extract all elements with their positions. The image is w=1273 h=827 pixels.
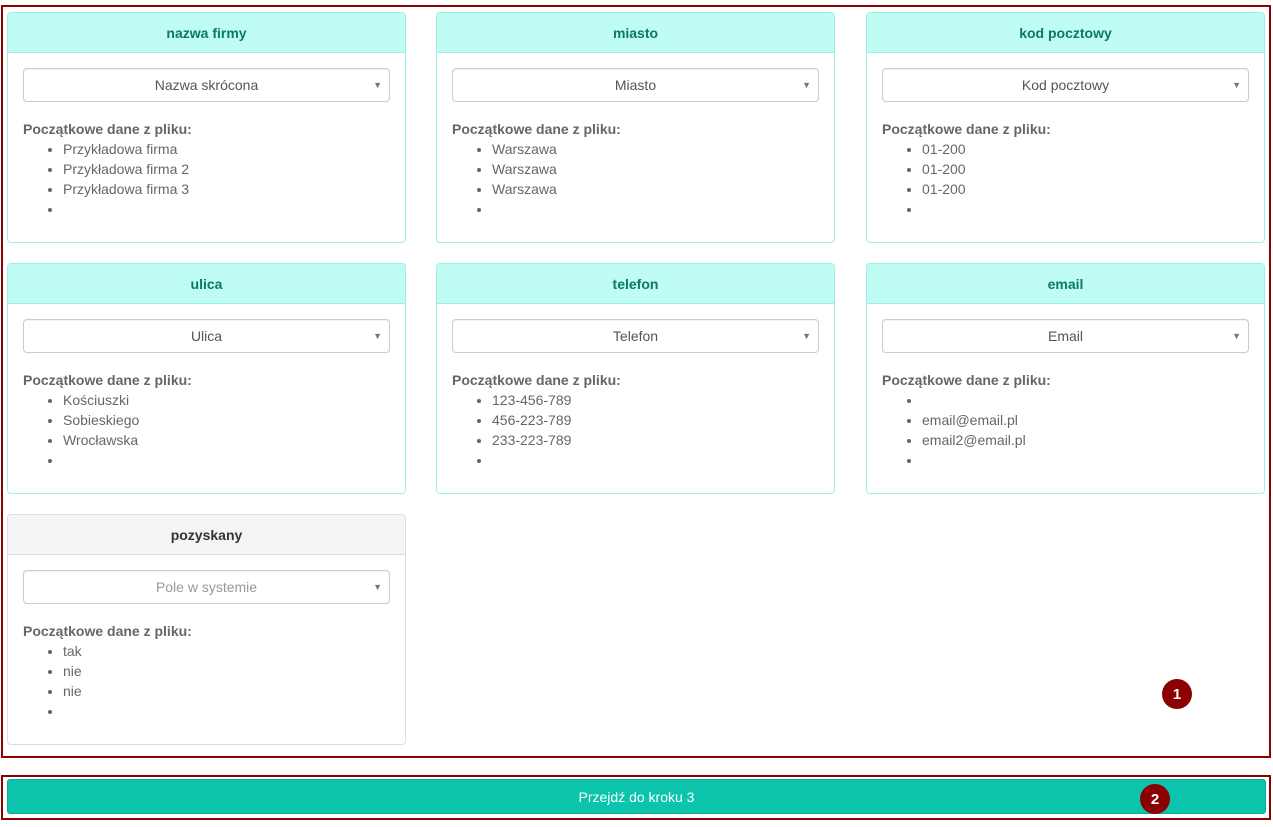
initial-value-item: 01-200 xyxy=(922,139,1249,159)
initial-values-list: 01-20001-20001-200 xyxy=(882,139,1249,219)
system-field-select[interactable]: Ulica ▼ xyxy=(23,319,390,353)
initial-value-item: Warszawa xyxy=(492,159,819,179)
initial-value-item: Sobieskiego xyxy=(63,410,390,430)
system-field-select[interactable]: Pole w systemie ▼ xyxy=(23,570,390,604)
system-field-select-value: Kod pocztowy xyxy=(1021,77,1110,93)
field-panel-body: Telefon ▼ Początkowe dane z pliku: 123-456-… xyxy=(437,304,834,470)
chevron-down-icon: ▼ xyxy=(1232,80,1241,90)
initial-data-label: Początkowe dane z pliku: xyxy=(882,372,1051,388)
initial-value-item: 01-200 xyxy=(922,159,1249,179)
initial-values-list: Przykładowa firmaPrzykładowa firma 2Przy… xyxy=(23,139,390,219)
initial-value-item: email@email.pl xyxy=(922,410,1249,430)
system-field-select[interactable]: Telefon ▼ xyxy=(452,319,819,353)
system-field-select-value: Miasto xyxy=(614,77,657,93)
initial-value-item: Przykładowa firma 3 xyxy=(63,179,390,199)
system-field-select-value: Pole w systemie xyxy=(155,579,258,595)
system-field-select[interactable]: Kod pocztowy ▼ xyxy=(882,68,1249,102)
initial-value-item: Przykładowa firma xyxy=(63,139,390,159)
system-field-select-value: Telefon xyxy=(612,328,659,344)
field-panel-title: nazwa firmy xyxy=(8,13,405,53)
field-panel-body: Email ▼ Początkowe dane z pliku: email@emai… xyxy=(867,304,1264,470)
next-step-button[interactable]: Przejdź do kroku 3 xyxy=(7,779,1266,814)
initial-values-list: email@email.plemail2@email.pl xyxy=(882,390,1249,470)
field-panel-body: Pole w systemie ▼ Początkowe dane z pliku:… xyxy=(8,555,405,721)
field-panel-body: Nazwa skrócona ▼ Początkowe dane z pliku: P… xyxy=(8,53,405,219)
initial-data-label: Początkowe dane z pliku: xyxy=(23,623,192,639)
initial-data-label: Początkowe dane z pliku: xyxy=(452,372,621,388)
chevron-down-icon: ▼ xyxy=(802,331,811,341)
field-panel-title: miasto xyxy=(437,13,834,53)
initial-value-item: Wrocławska xyxy=(63,430,390,450)
initial-value-item: nie xyxy=(63,661,390,681)
field-panel: miasto Miasto ▼ Początkowe dane z pliku: War… xyxy=(436,12,835,243)
annotation-marker-2: 2 xyxy=(1140,784,1170,814)
chevron-down-icon: ▼ xyxy=(373,80,382,90)
initial-data-label: Początkowe dane z pliku: xyxy=(23,372,192,388)
annotation-marker-1: 1 xyxy=(1162,679,1192,709)
initial-values-list: KościuszkiSobieskiegoWrocławska xyxy=(23,390,390,470)
field-panel-body: Kod pocztowy ▼ Początkowe dane z pliku: 01-… xyxy=(867,53,1264,219)
initial-value-item: tak xyxy=(63,641,390,661)
system-field-select[interactable]: Nazwa skrócona ▼ xyxy=(23,68,390,102)
initial-value-item xyxy=(492,199,819,219)
system-field-select-value: Email xyxy=(1047,328,1083,344)
initial-data-label: Początkowe dane z pliku: xyxy=(23,121,192,137)
initial-value-item: Warszawa xyxy=(492,179,819,199)
initial-value-item xyxy=(63,450,390,470)
initial-value-item xyxy=(63,199,390,219)
initial-value-item xyxy=(63,701,390,721)
chevron-down-icon: ▼ xyxy=(802,80,811,90)
field-panel-title: telefon xyxy=(437,264,834,304)
initial-value-item: Kościuszki xyxy=(63,390,390,410)
chevron-down-icon: ▼ xyxy=(1232,331,1241,341)
initial-data-label: Początkowe dane z pliku: xyxy=(452,121,621,137)
initial-value-item: 123-456-789 xyxy=(492,390,819,410)
field-panel-title: ulica xyxy=(8,264,405,304)
initial-value-item xyxy=(492,450,819,470)
field-panel-title: email xyxy=(867,264,1264,304)
initial-values-list: 123-456-789456-223-789233-223-789 xyxy=(452,390,819,470)
initial-values-list: taknienie xyxy=(23,641,390,721)
field-panel-body: Miasto▼Początkowe dane z pliku:WarszawaW… xyxy=(437,53,834,219)
system-field-select[interactable]: Email ▼ xyxy=(882,319,1249,353)
system-field-select-value: Ulica xyxy=(190,328,223,344)
chevron-down-icon: ▼ xyxy=(373,331,382,341)
initial-value-item: 01-200 xyxy=(922,179,1249,199)
initial-value-item: email2@email.pl xyxy=(922,430,1249,450)
initial-value-item: Warszawa xyxy=(492,139,819,159)
chevron-down-icon: ▼ xyxy=(373,582,382,592)
system-field-select-value: Nazwa skrócona xyxy=(154,77,259,93)
field-panel-title: kod pocztowy xyxy=(867,13,1264,53)
initial-value-item xyxy=(922,199,1249,219)
field-panel: nazwa firmy Nazwa skrócona ▼ Początkowe dan… xyxy=(7,12,406,243)
initial-value-item: 456-223-789 xyxy=(492,410,819,430)
initial-value-item xyxy=(922,450,1249,470)
system-field-select[interactable]: Miasto ▼ xyxy=(452,68,819,102)
field-panel: kod pocztowy Kod pocztowy ▼ Początkowe dane… xyxy=(866,12,1265,243)
field-panel: telefon Telefon ▼ Początkowe dane z pliku: 1… xyxy=(436,263,835,494)
field-panel: email Email ▼ Początkowe dane z pliku: email… xyxy=(866,263,1265,494)
field-panel-title: pozyskany xyxy=(8,515,405,555)
initial-data-label: Początkowe dane z pliku: xyxy=(882,121,1051,137)
field-panel-body: Ulica ▼ Początkowe dane z pliku: Kościuszki… xyxy=(8,304,405,470)
initial-value-item xyxy=(922,390,1249,410)
initial-value-item: Przykładowa firma 2 xyxy=(63,159,390,179)
field-panel: ulica Ulica ▼ Początkowe dane z pliku: Kości… xyxy=(7,263,406,494)
field-panel: pozyskany Pole w systemie ▼ Początkowe dane… xyxy=(7,514,406,745)
initial-values-list: WarszawaWarszawaWarszawa xyxy=(452,139,819,219)
initial-value-item: nie xyxy=(63,681,390,701)
initial-value-item: 233-223-789 xyxy=(492,430,819,450)
